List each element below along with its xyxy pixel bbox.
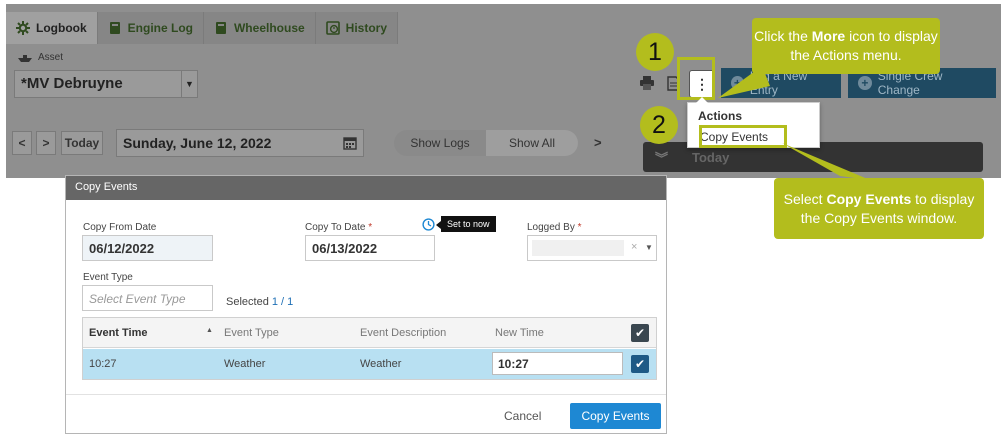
dialog-title: Copy Events xyxy=(66,176,666,200)
tab-engine-log[interactable]: Engine Log xyxy=(97,12,204,44)
clock-icon[interactable] xyxy=(422,218,435,231)
step-2-badge: 2 xyxy=(640,106,678,144)
logged-by-label: Logged By * xyxy=(527,222,582,233)
logged-by-value xyxy=(532,240,624,256)
selected-count: Selected 1 / 1 xyxy=(226,296,293,308)
selected-count-value: 1 / 1 xyxy=(271,296,294,308)
event-type-label: Event Type xyxy=(83,272,133,283)
copy-from-date-value: 06/12/2022 xyxy=(89,241,155,256)
chevron-right-icon: > xyxy=(42,136,50,150)
selected-prefix: Selected xyxy=(226,296,272,308)
asset-value: *MV Debruyne xyxy=(21,75,123,92)
asset-label: Asset xyxy=(18,52,63,63)
ship-icon xyxy=(18,54,32,62)
clear-icon[interactable]: × xyxy=(631,241,637,253)
next-day-button[interactable]: > xyxy=(36,131,56,155)
callout-step-2: Select Copy Events to display the Copy E… xyxy=(774,178,984,239)
required-marker: * xyxy=(577,222,582,233)
column-header-event-description[interactable]: Event Description xyxy=(360,327,446,339)
today-bar-label: Today xyxy=(692,149,730,165)
cell-event-description: Weather xyxy=(360,358,402,370)
date-picker[interactable]: Sunday, June 12, 2022 xyxy=(116,129,364,157)
callout1-text-b: More xyxy=(811,28,846,44)
plus-icon: + xyxy=(858,76,872,90)
row-checkbox[interactable]: ✔ xyxy=(631,355,649,373)
new-time-input[interactable]: 10:27 xyxy=(492,352,623,375)
copy-from-date-field[interactable]: 06/12/2022 xyxy=(82,235,213,261)
tab-bar: Logbook Engine Log Wheelhouse History xyxy=(6,12,399,44)
copy-to-date-label: Copy To Date * xyxy=(305,222,372,233)
prev-day-button[interactable]: < xyxy=(12,131,32,155)
event-type-field[interactable]: Select Event Type xyxy=(82,285,213,311)
logged-by-label-text: Logged By xyxy=(527,222,575,233)
copy-from-date-label: Copy From Date xyxy=(83,222,157,233)
chevron-down-icon: ▼ xyxy=(181,71,197,97)
gear-icon xyxy=(16,21,30,35)
column-header-event-type[interactable]: Event Type xyxy=(224,327,279,339)
book-icon xyxy=(109,22,120,34)
cell-event-type: Weather xyxy=(224,358,266,370)
tab-wheelhouse[interactable]: Wheelhouse xyxy=(203,12,316,44)
double-chevron-down-icon: ︾ xyxy=(655,150,669,166)
actions-menu-title: Actions xyxy=(698,109,743,123)
step-1-badge: 1 xyxy=(636,33,674,71)
copy-to-date-value: 06/13/2022 xyxy=(312,241,378,256)
copy-events-button[interactable]: Copy Events xyxy=(570,403,661,429)
event-type-placeholder: Select Event Type xyxy=(89,292,186,306)
show-all-option[interactable]: Show All xyxy=(486,130,578,156)
log-filter-toggle: Show Logs Show All xyxy=(394,130,578,156)
asset-select[interactable]: *MV Debruyne ▼ xyxy=(14,70,198,98)
tab-history-label: History xyxy=(345,21,388,35)
copy-to-date-field[interactable]: 06/13/2022 xyxy=(305,235,435,261)
cell-event-time: 10:27 xyxy=(89,358,117,370)
logged-by-select[interactable]: × ▼ xyxy=(527,235,657,261)
check-icon: ✔ xyxy=(634,326,646,340)
table-header: Event Time ▲ Event Type Event Descriptio… xyxy=(83,318,656,348)
tab-wheelhouse-label: Wheelhouse xyxy=(233,21,305,35)
table-row[interactable]: 10:27 Weather Weather 10:27 ✔ xyxy=(83,349,656,379)
sort-asc-icon: ▲ xyxy=(206,327,213,334)
callout2-text-b: Copy Events xyxy=(826,190,912,207)
today-button-label: Today xyxy=(64,136,100,150)
check-icon: ✔ xyxy=(634,357,646,371)
cancel-button[interactable]: Cancel xyxy=(504,409,541,423)
chevron-right-icon[interactable]: > xyxy=(594,135,602,150)
tab-history[interactable]: History xyxy=(315,12,399,44)
select-all-checkbox[interactable]: ✔ xyxy=(631,324,649,342)
book-icon xyxy=(215,22,226,34)
chevron-down-icon[interactable]: ▼ xyxy=(645,243,653,252)
today-button[interactable]: Today xyxy=(61,131,103,155)
events-table: Event Time ▲ Event Type Event Descriptio… xyxy=(82,317,657,380)
dialog-footer: Cancel Copy Events xyxy=(66,394,666,434)
chevron-left-icon: < xyxy=(18,136,26,150)
callout-step-1: Click the More icon to display the Actio… xyxy=(752,18,940,74)
callout2-text-a: Select xyxy=(783,190,827,207)
required-marker: * xyxy=(368,222,373,233)
copy-to-date-label-text: Copy To Date xyxy=(305,222,366,233)
date-value: Sunday, June 12, 2022 xyxy=(123,135,272,151)
tab-logbook[interactable]: Logbook xyxy=(6,12,98,44)
column-header-new-time[interactable]: New Time xyxy=(495,327,544,339)
callout1-text-a: Click the xyxy=(754,28,812,44)
set-to-now-tooltip: Set to now xyxy=(436,216,496,232)
asset-label-text: Asset xyxy=(38,52,64,63)
tab-logbook-label: Logbook xyxy=(36,21,87,35)
tab-engine-log-label: Engine Log xyxy=(127,21,193,35)
calendar-icon[interactable] xyxy=(343,136,357,150)
show-logs-option[interactable]: Show Logs xyxy=(394,130,486,156)
column-header-event-time[interactable]: Event Time xyxy=(89,327,148,339)
print-icon[interactable] xyxy=(639,76,655,90)
history-icon xyxy=(325,21,340,35)
